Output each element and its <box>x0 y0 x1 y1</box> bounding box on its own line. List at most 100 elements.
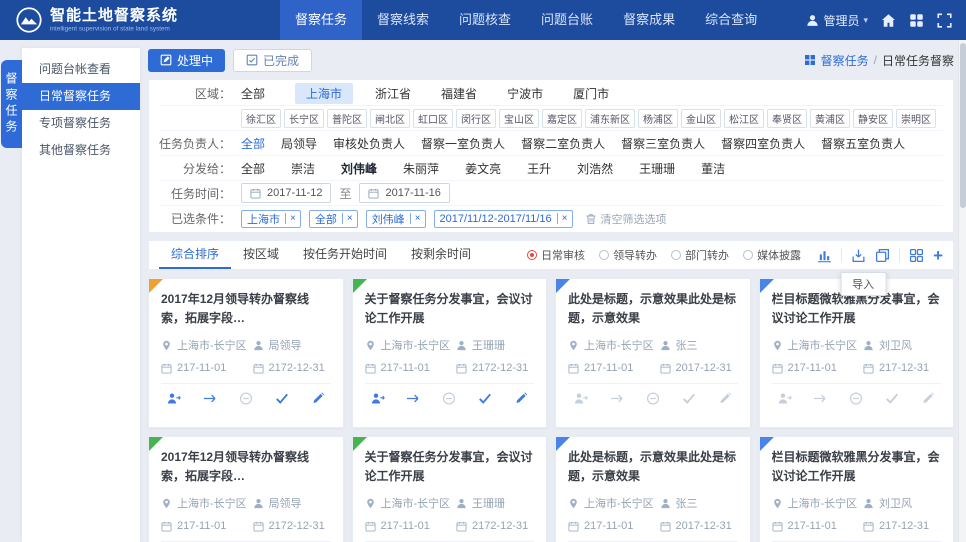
owner-option[interactable]: 局领导 <box>281 135 317 152</box>
owner-option[interactable]: 督察二室负责人 <box>521 135 605 152</box>
district-option[interactable]: 静安区 <box>853 109 893 128</box>
scrollbar-thumb[interactable] <box>960 43 966 208</box>
nav-item[interactable]: 问题台账 <box>526 0 608 40</box>
district-option[interactable]: 黄浦区 <box>810 109 850 128</box>
task-card[interactable]: 栏目标题微软雅黑分发事宜，会议讨论工作开展 上海市-长宁区 刘卫风 <box>759 436 955 542</box>
assignee-option[interactable]: 董洁 <box>701 160 725 177</box>
filter-tag[interactable]: 全部 × <box>309 210 358 228</box>
breadcrumb-root[interactable]: 督察任务 <box>821 52 869 69</box>
task-card[interactable]: 此处是标题，示意效果此处是标题，示意效果 上海市-长宁区 张三 <box>555 278 751 428</box>
sort-tab[interactable]: 按剩余时间 <box>399 241 483 269</box>
assign-icon[interactable] <box>371 392 385 405</box>
category-radio[interactable]: 媒体披露 <box>743 247 801 263</box>
district-option[interactable]: 长宁区 <box>284 109 324 128</box>
category-radio[interactable]: 部门转办 <box>671 247 729 263</box>
stats-chart-icon[interactable] <box>817 248 832 263</box>
remove-tag-icon[interactable]: × <box>557 213 572 224</box>
district-option[interactable]: 普陀区 <box>327 109 367 128</box>
district-option[interactable]: 闸北区 <box>370 109 410 128</box>
owner-option[interactable]: 督察四室负责人 <box>721 135 805 152</box>
sort-tab[interactable]: 按区域 <box>231 241 291 269</box>
remove-tag-icon[interactable]: × <box>285 213 300 224</box>
region-option[interactable]: 福建省 <box>441 85 477 102</box>
region-option[interactable]: 宁波市 <box>507 85 543 102</box>
task-card[interactable]: 关于督察任务分发事宜，会议讨论工作开展 上海市-长宁区 王珊珊 <box>352 436 548 542</box>
suspend-icon[interactable] <box>239 392 253 405</box>
nav-item[interactable]: 督察任务 <box>280 0 362 40</box>
task-card[interactable]: 2017年12月领导转办督察线索，拓展字段… 上海市-长宁区 局领导 <box>148 278 344 428</box>
vertical-scrollbar[interactable] <box>958 40 966 542</box>
owner-option[interactable]: 审核处负责人 <box>333 135 405 152</box>
apps-icon[interactable] <box>909 13 924 28</box>
completed-tab-button[interactable]: 已完成 <box>233 49 312 72</box>
sidebar-item[interactable]: 其他督察任务 <box>22 137 140 164</box>
region-option[interactable]: 浙江省 <box>375 85 411 102</box>
filter-tag[interactable]: 上海市 × <box>241 210 301 228</box>
assignee-option[interactable]: 姜文亮 <box>465 160 501 177</box>
clear-filters-button[interactable]: 清空筛选选项 <box>585 211 667 227</box>
nav-item[interactable]: 督察线索 <box>362 0 444 40</box>
suspend-icon[interactable] <box>849 392 863 405</box>
task-card[interactable]: 此处是标题，示意效果此处是标题，示意效果 上海市-长宁区 张三 <box>555 436 751 542</box>
approve-check-icon[interactable] <box>682 392 696 405</box>
assignee-option[interactable]: 王珊珊 <box>639 160 675 177</box>
district-option[interactable]: 金山区 <box>681 109 721 128</box>
assignee-option[interactable]: 全部 <box>241 160 265 177</box>
edit-pencil-icon[interactable] <box>311 392 325 405</box>
task-card[interactable]: 2017年12月领导转办督察线索，拓展字段… 上海市-长宁区 局领导 <box>148 436 344 542</box>
approve-check-icon[interactable] <box>885 392 899 405</box>
owner-option[interactable]: 督察三室负责人 <box>621 135 705 152</box>
assign-icon[interactable] <box>574 392 588 405</box>
suspend-icon[interactable] <box>646 392 660 405</box>
district-option[interactable]: 嘉定区 <box>542 109 582 128</box>
forward-icon[interactable] <box>406 392 420 405</box>
owner-option[interactable]: 督察五室负责人 <box>821 135 905 152</box>
district-option[interactable]: 奉贤区 <box>767 109 807 128</box>
district-option[interactable]: 崇明区 <box>896 109 936 128</box>
remove-tag-icon[interactable]: × <box>410 213 425 224</box>
sidebar-item[interactable]: 专项督察任务 <box>22 110 140 137</box>
assign-icon[interactable] <box>167 392 181 405</box>
remove-tag-icon[interactable]: × <box>342 213 357 224</box>
home-icon[interactable] <box>881 13 896 28</box>
district-option[interactable]: 徐汇区 <box>241 109 281 128</box>
fullscreen-icon[interactable] <box>937 13 952 28</box>
filter-tag[interactable]: 刘伟峰 × <box>366 210 426 228</box>
forward-icon[interactable] <box>203 392 217 405</box>
category-radio[interactable]: 日常审核 <box>527 247 585 263</box>
region-option[interactable]: 上海市 <box>295 83 353 104</box>
grid-view-icon[interactable] <box>909 248 924 263</box>
sort-tab[interactable]: 按任务开始时间 <box>291 241 399 269</box>
nav-item[interactable]: 督察成果 <box>608 0 690 40</box>
end-date-input[interactable]: 2017-11-16 <box>359 183 449 203</box>
edit-pencil-icon[interactable] <box>718 392 732 405</box>
sidebar-ribbon-tab[interactable]: 督察任务 <box>1 60 22 148</box>
task-card[interactable]: 栏目标题微软雅黑分发事宜，会议讨论工作开展 上海市-长宁区 刘卫风 <box>759 278 955 428</box>
owner-option[interactable]: 全部 <box>241 135 265 152</box>
import-icon[interactable]: 导入 <box>851 248 866 263</box>
district-option[interactable]: 杨浦区 <box>638 109 678 128</box>
approve-check-icon[interactable] <box>478 392 492 405</box>
owner-option[interactable]: 督察一室负责人 <box>421 135 505 152</box>
forward-icon[interactable] <box>610 392 624 405</box>
assignee-option[interactable]: 朱丽萍 <box>403 160 439 177</box>
assignee-option[interactable]: 刘浩然 <box>577 160 613 177</box>
task-card[interactable]: 关于督察任务分发事宜，会议讨论工作开展 上海市-长宁区 王珊珊 <box>352 278 548 428</box>
nav-item[interactable]: 综合查询 <box>690 0 772 40</box>
sidebar-item[interactable]: 日常督察任务 <box>22 83 140 110</box>
nav-item[interactable]: 问题核查 <box>444 0 526 40</box>
add-task-icon[interactable]: + <box>933 248 943 263</box>
district-option[interactable]: 虹口区 <box>413 109 453 128</box>
processing-tab-button[interactable]: 处理中 <box>148 49 225 72</box>
assign-icon[interactable] <box>778 392 792 405</box>
start-date-input[interactable]: 2017-11-12 <box>241 183 331 203</box>
approve-check-icon[interactable] <box>275 392 289 405</box>
region-option[interactable]: 厦门市 <box>573 85 609 102</box>
category-radio[interactable]: 领导转办 <box>599 247 657 263</box>
sort-tab[interactable]: 综合排序 <box>159 241 231 269</box>
filter-tag[interactable]: 2017/11/12-2017/11/16 × <box>434 210 573 228</box>
assignee-option[interactable]: 王升 <box>527 160 551 177</box>
edit-pencil-icon[interactable] <box>921 392 935 405</box>
region-option[interactable]: 全部 <box>241 85 265 102</box>
copy-icon[interactable] <box>875 248 890 263</box>
